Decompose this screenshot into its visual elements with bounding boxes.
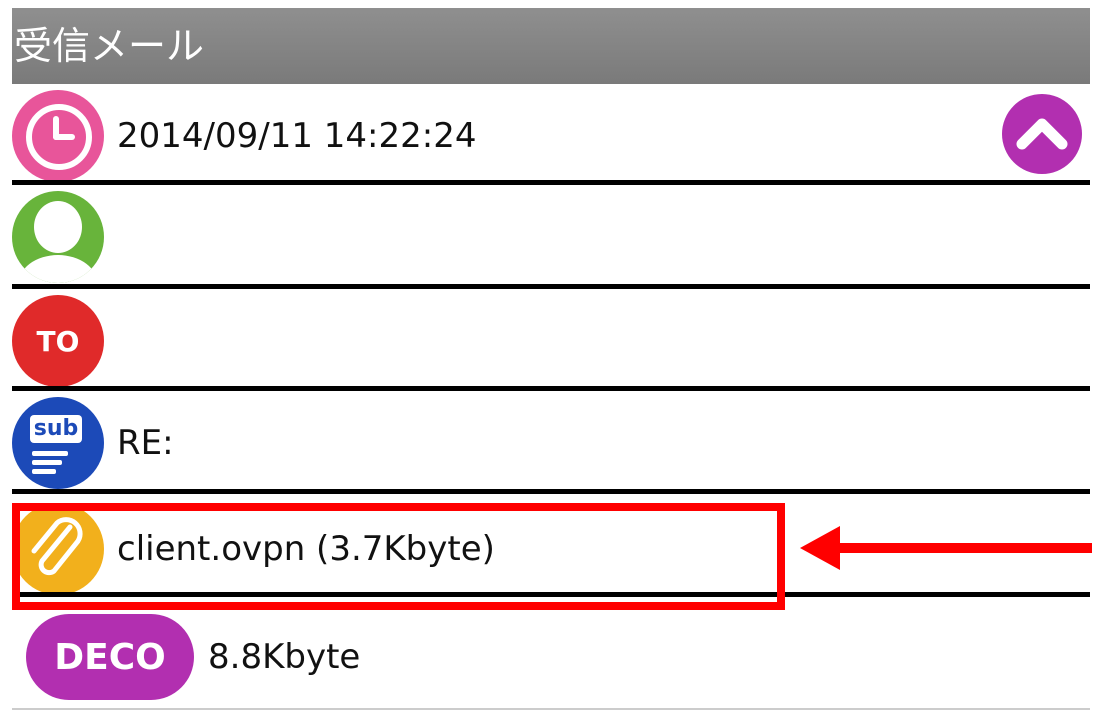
deco-button[interactable]: DECO <box>26 614 194 700</box>
chevron-up-icon <box>1016 118 1068 150</box>
date-row: 2014/09/11 14:22:24 <box>12 84 1090 187</box>
deco-size: 8.8Kbyte <box>208 637 361 677</box>
subject-text: RE: <box>117 422 174 463</box>
arrow-shaft <box>832 543 1092 553</box>
clock-icon <box>12 90 104 182</box>
header-bar: 受信メール <box>12 8 1090 84</box>
to-icon-label: TO <box>36 324 80 358</box>
header-title: 受信メール <box>14 24 205 68</box>
from-row[interactable] <box>12 185 1090 288</box>
divider <box>12 489 1090 494</box>
subject-icon: sub <box>12 397 104 489</box>
divider <box>12 708 1090 710</box>
person-icon <box>12 191 104 283</box>
to-icon: TO <box>12 295 104 387</box>
highlight-box <box>12 503 785 610</box>
collapse-button[interactable] <box>1002 94 1082 174</box>
subject-icon-label: sub <box>30 415 82 443</box>
subject-row: sub RE: <box>12 391 1090 494</box>
received-date: 2014/09/11 14:22:24 <box>117 115 477 156</box>
to-row[interactable]: TO <box>12 289 1090 392</box>
